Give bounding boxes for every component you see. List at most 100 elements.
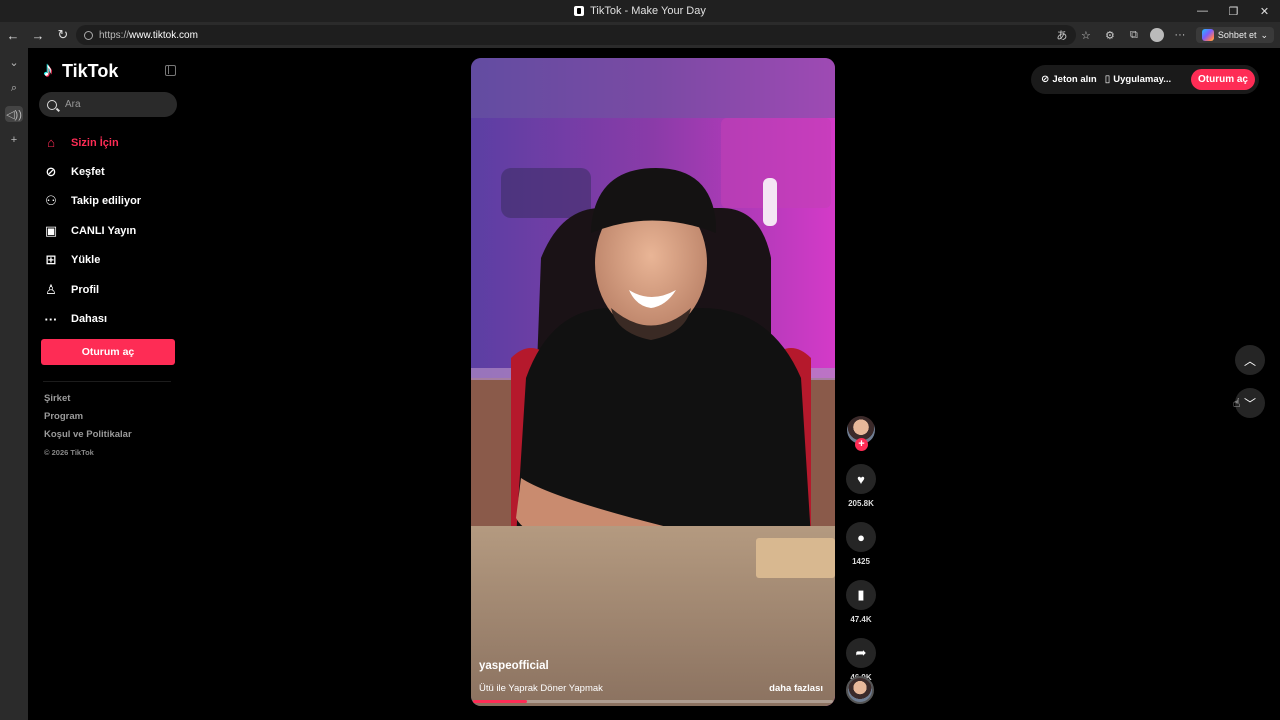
refresh-icon[interactable]: ↻ [51, 23, 75, 47]
extensions-icon[interactable]: ⚙ [1102, 27, 1118, 43]
sidebar-item-label: Sizin İçin [71, 136, 119, 149]
phone-icon: ▯ [1104, 74, 1111, 85]
rail-search-icon[interactable]: ⌕ [5, 80, 23, 96]
video-author[interactable]: yaspeofficial [479, 660, 549, 672]
mouse-pointer-icon: ☝ [1233, 396, 1241, 410]
sidebar-item-5[interactable]: ♙ Profil [43, 275, 183, 304]
address-bar[interactable]: https://www.tiktok.com [76, 25, 1076, 45]
window-controls: — ❐ ✕ [1187, 0, 1280, 22]
sidebar-login-button[interactable]: Oturum aç [41, 339, 175, 365]
video-player[interactable]: yaspeofficial Ütü ile Yaprak Döner Yapma… [471, 58, 835, 706]
tiktok-page: TikTok ⌂ Sizin İçin ⊘ Keşfet ⚇ Takip ediliyor… [28, 48, 1280, 720]
sidebar-item-label: CANLI Yayın [71, 224, 137, 237]
window-title: TikTok - Make Your Day [590, 5, 706, 17]
close-button[interactable]: ✕ [1249, 0, 1280, 22]
like-action[interactable]: ♥ 205.8K [844, 464, 878, 508]
sidebar-item-label: Yükle [71, 254, 101, 267]
browser-toolbar: ← → ↻ https://www.tiktok.com あ ☆ ⚙ ⧉ ···… [0, 22, 1280, 48]
collapse-sidebar-icon[interactable] [165, 65, 176, 76]
footer-company-link[interactable]: Şirket [44, 393, 132, 411]
chevron-up-icon: ︿ [1243, 353, 1256, 368]
share-arrow-icon[interactable]: ➦ [846, 638, 876, 668]
video-progress-fill [473, 700, 527, 703]
profile-avatar-icon[interactable] [1149, 28, 1164, 42]
profile-icon: ♙ [45, 281, 57, 297]
sidebar-footer: Şirket Program Koşul ve Politikalar © 20… [44, 393, 132, 459]
comment-icon[interactable]: ● [846, 522, 876, 552]
rail-add-icon[interactable]: + [5, 132, 23, 148]
save-action[interactable]: ▮ 47.4K [844, 580, 878, 624]
back-arrow-icon[interactable]: ← [1, 23, 25, 47]
restore-button[interactable]: ❐ [1218, 0, 1249, 22]
favorite-star-icon[interactable]: ☆ [1078, 27, 1094, 43]
like-count: 205.8K [848, 499, 874, 508]
comment-count: 1425 [852, 557, 870, 566]
creator-avatar[interactable]: + [847, 416, 875, 451]
tiktok-favicon-icon [574, 6, 585, 16]
sidebar-item-0[interactable]: ⌂ Sizin İçin [43, 128, 183, 157]
search-box[interactable] [39, 92, 177, 117]
browser-menu-icon[interactable]: ··· [1172, 27, 1188, 43]
sidebar-item-1[interactable]: ⊘ Keşfet [43, 157, 183, 186]
minimize-button[interactable]: — [1187, 0, 1218, 22]
rail-audio-icon[interactable]: ◁)) [5, 106, 23, 122]
search-icon [47, 99, 57, 110]
sidebar-item-6[interactable]: ··· Dahası [43, 304, 183, 333]
previous-video-button[interactable]: ︿ [1235, 345, 1265, 375]
search-input[interactable] [65, 99, 165, 110]
chevron-down-icon: ⌄ [1260, 29, 1268, 40]
collections-icon[interactable]: ⧉ [1126, 27, 1142, 43]
get-coins-link[interactable]: ⊘ Jeton alın [1041, 74, 1097, 85]
bookmark-icon[interactable]: ▮ [846, 580, 876, 610]
copilot-button[interactable]: Sohbet et ⌄ [1195, 27, 1274, 43]
translate-icon[interactable]: あ [1054, 27, 1070, 43]
footer-terms-link[interactable]: Koşul ve Politikalar [44, 429, 132, 447]
video-caption: Ütü ile Yaprak Döner Yapmak [479, 683, 603, 694]
top-right-bar: ⊘ Jeton alın ▯ Uygulamay... Oturum aç [1031, 65, 1259, 94]
video-progress-bar[interactable] [473, 700, 833, 703]
coin-icon: ⊘ [1041, 74, 1050, 85]
sidebar: TikTok ⌂ Sizin İçin ⊘ Keşfet ⚇ Takip ediliyor… [28, 48, 188, 720]
copilot-label: Sohbet et [1217, 30, 1257, 40]
sidebar-nav: ⌂ Sizin İçin ⊘ Keşfet ⚇ Takip ediliyor ▣ CANLI … [43, 128, 183, 334]
more-icon: ··· [44, 311, 58, 327]
browser-side-rail: ⌄ ⌕ ◁)) + [0, 48, 28, 720]
upload-icon: ⊞ [45, 252, 57, 268]
top-login-button[interactable]: Oturum aç [1190, 69, 1255, 90]
live-tv-icon: ▣ [44, 222, 58, 238]
sidebar-item-3[interactable]: ▣ CANLI Yayın [43, 216, 183, 245]
forward-arrow-icon[interactable]: → [26, 23, 50, 47]
tiktok-logo[interactable]: TikTok [43, 59, 119, 82]
rail-chevron-icon[interactable]: ⌄ [5, 54, 23, 70]
sidebar-divider [43, 381, 171, 382]
site-info-icon[interactable] [84, 30, 93, 40]
comment-action[interactable]: ● 1425 [844, 522, 878, 566]
see-more-link[interactable]: daha fazlası [769, 683, 823, 694]
get-app-label: Uygulamay... [1113, 74, 1172, 85]
sidebar-item-label: Takip ediliyor [71, 195, 142, 208]
sidebar-item-label: Profil [71, 283, 100, 296]
chevron-down-icon: ﹀ [1243, 396, 1256, 411]
sidebar-item-2[interactable]: ⚇ Takip ediliyor [43, 187, 183, 216]
video-frame [471, 58, 835, 706]
browser-titlebar: TikTok - Make Your Day — ❐ ✕ [0, 0, 1280, 22]
heart-icon[interactable]: ♥ [846, 464, 876, 494]
get-app-link[interactable]: ▯ Uygulamay... [1105, 74, 1171, 85]
save-count: 47.4K [850, 615, 872, 624]
footer-program-link[interactable]: Program [44, 411, 132, 429]
logo-text: TikTok [62, 61, 119, 81]
url-host: www.tiktok.com [129, 29, 198, 41]
follow-plus-icon[interactable]: + [855, 438, 868, 451]
copilot-icon [1201, 29, 1214, 41]
toolbar-actions: あ ☆ ⚙ ⧉ ··· Sohbet et ⌄ [1054, 22, 1280, 48]
video-actions: + ♥ 205.8K ● 1425 ▮ 47.4K ➦ 46.9K [844, 416, 878, 682]
get-coins-label: Jeton alın [1052, 74, 1097, 85]
url-scheme: https:// [99, 29, 130, 41]
sidebar-item-4[interactable]: ⊞ Yükle [43, 246, 183, 275]
compass-icon: ⊘ [45, 164, 57, 180]
following-icon: ⚇ [45, 193, 57, 209]
music-disc-avatar[interactable] [846, 676, 874, 704]
sidebar-item-label: Dahası [71, 313, 108, 326]
tiktok-note-icon [43, 59, 59, 82]
home-icon: ⌂ [47, 135, 55, 151]
